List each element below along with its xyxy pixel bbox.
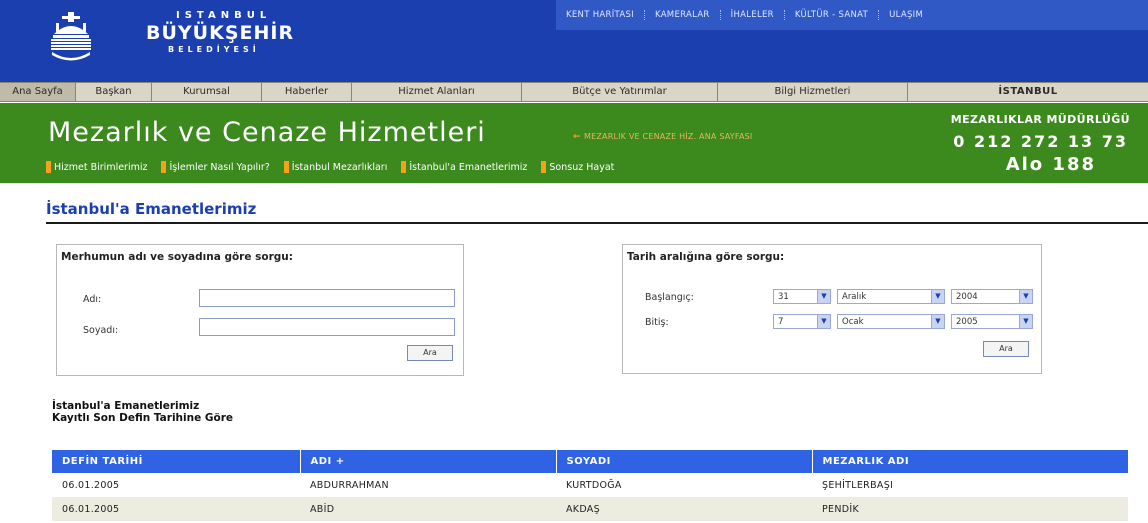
date-search-button[interactable]: Ara	[983, 341, 1029, 357]
end-year-value: 2005	[956, 316, 978, 327]
municipality-logo-icon[interactable]	[48, 12, 94, 66]
cell-first-name: ABİD	[300, 497, 556, 521]
bullet-icon	[161, 161, 167, 173]
subnav-cemeteries[interactable]: İstanbul Mezarlıkları	[283, 161, 388, 173]
subnav-service-units[interactable]: Hizmet Birimlerimiz	[46, 161, 147, 173]
start-day-value: 31	[778, 291, 789, 302]
start-year-value: 2004	[956, 291, 978, 302]
nav-istanbul[interactable]: İSTANBUL	[908, 83, 1148, 101]
column-last-name[interactable]: SOYADI	[556, 450, 813, 473]
results-heading: İstanbul'a Emanetlerimiz	[52, 400, 200, 412]
toplink-city-map[interactable]: KENT HARİTASI	[556, 10, 645, 20]
end-month-value: Ocak	[842, 316, 864, 327]
nav-news[interactable]: Haberler	[262, 83, 352, 101]
cell-burial-date: 06.01.2005	[52, 497, 300, 521]
section-subnav: Hizmet Birimlerimiz İşlemler Nasıl Yapıl…	[46, 161, 628, 173]
results-table: DEFİN TARİHİ ADI + SOYADI MEZARLIK ADI 0…	[52, 450, 1128, 521]
cell-cemetery: ŞEHİTLERBAŞI	[812, 473, 1128, 497]
section-banner: Mezarlık ve Cenaze Hizmetleri ← MEZARLIK…	[0, 103, 1148, 183]
results-subheading: Kayıtlı Son Defin Tarihine Göre	[52, 412, 234, 424]
start-day-select[interactable]: 31 ▼	[773, 289, 831, 304]
bullet-icon	[283, 161, 289, 173]
cell-cemetery: PENDİK	[812, 497, 1128, 521]
end-year-select[interactable]: 2005 ▼	[951, 314, 1033, 329]
name-search-title: Merhumun adı ve soyadına göre sorgu:	[61, 251, 293, 263]
column-burial-date[interactable]: DEFİN TARİHİ	[52, 450, 301, 473]
bullet-icon	[541, 161, 547, 173]
nav-budget-investments[interactable]: Bütçe ve Yatırımlar	[522, 83, 718, 101]
end-day-value: 7	[778, 316, 784, 327]
last-name-input[interactable]	[199, 318, 455, 336]
nav-info-services[interactable]: Bilgi Hizmetleri	[718, 83, 908, 101]
brand-line-2: BÜYÜKŞEHİR	[146, 22, 295, 44]
table-row: 06.01.2005 ABDURRAHMAN KURTDOĞA ŞEHİTLER…	[52, 473, 1128, 497]
page-title: İstanbul'a Emanetlerimiz	[46, 200, 257, 218]
cell-last-name: KURTDOĞA	[556, 473, 812, 497]
toplink-transport[interactable]: ULAŞIM	[879, 10, 933, 20]
title-divider	[46, 222, 1148, 224]
brand-name[interactable]: ISTANBUL BÜYÜKŞEHİR BELEDİYESİ	[146, 10, 294, 54]
chevron-down-icon: ▼	[931, 290, 944, 303]
date-search-panel: Tarih aralığına göre sorgu: Başlangıç: 3…	[622, 244, 1042, 374]
start-month-value: Aralık	[842, 291, 867, 302]
end-date-label: Bitiş:	[645, 317, 669, 328]
first-name-input[interactable]	[199, 289, 455, 307]
nav-corporate[interactable]: Kurumsal	[152, 83, 262, 101]
cell-burial-date: 06.01.2005	[52, 473, 300, 497]
end-day-select[interactable]: 7 ▼	[773, 314, 831, 329]
phone-number: 0 212 272 13 73	[953, 132, 1128, 151]
end-month-select[interactable]: Ocak ▼	[837, 314, 945, 329]
cell-first-name: ABDURRAHMAN	[300, 473, 556, 497]
subnav-procedures[interactable]: İşlemler Nasıl Yapılır?	[161, 161, 270, 173]
brand-line-3: BELEDİYESİ	[168, 45, 260, 54]
nav-home[interactable]: Ana Sayfa	[0, 83, 76, 101]
subnav-entrusted[interactable]: İstanbul'a Emanetlerimiz	[401, 161, 527, 173]
column-cemetery[interactable]: MEZARLIK ADI	[812, 450, 1128, 473]
subnav-label: Sonsuz Hayat	[549, 161, 615, 173]
subnav-label: İşlemler Nasıl Yapılır?	[169, 161, 270, 173]
last-name-label: Soyadı:	[83, 325, 119, 336]
chevron-down-icon: ▼	[1019, 290, 1032, 303]
bullet-icon	[46, 161, 51, 173]
subnav-label: İstanbul'a Emanetlerimiz	[409, 161, 528, 173]
chevron-down-icon: ▼	[817, 315, 830, 328]
toplink-culture-art[interactable]: KÜLTÜR - SANAT	[785, 10, 880, 20]
chevron-down-icon: ▼	[1019, 315, 1032, 328]
hotline-number: Alo 188	[1005, 154, 1096, 175]
nav-service-areas[interactable]: Hizmet Alanları	[352, 83, 522, 101]
bullet-icon	[401, 161, 407, 173]
table-row: 06.01.2005 ABİD AKDAŞ PENDİK	[52, 497, 1128, 521]
chevron-down-icon: ▼	[817, 290, 830, 303]
section-title: Mezarlık ve Cenaze Hizmetleri	[48, 117, 486, 148]
subnav-label: Hizmet Birimlerimiz	[54, 161, 148, 173]
brand-line-1: ISTANBUL	[176, 10, 272, 21]
cell-last-name: AKDAŞ	[556, 497, 812, 521]
top-links-bar: KENT HARİTASI KAMERALAR İHALELER KÜLTÜR …	[556, 0, 1148, 30]
toplink-cameras[interactable]: KAMERALAR	[645, 10, 721, 20]
start-year-select[interactable]: 2004 ▼	[951, 289, 1033, 304]
site-header: ISTANBUL BÜYÜKŞEHİR BELEDİYESİ KENT HARİ…	[0, 0, 1148, 82]
start-month-select[interactable]: Aralık ▼	[837, 289, 945, 304]
name-search-button[interactable]: Ara	[407, 345, 453, 361]
subnav-label: İstanbul Mezarlıkları	[291, 161, 388, 173]
table-header-row: DEFİN TARİHİ ADI + SOYADI MEZARLIK ADI	[52, 450, 1128, 473]
main-nav: Ana Sayfa Başkan Kurumsal Haberler Hizme…	[0, 82, 1148, 102]
arrow-icon: ←	[573, 132, 581, 142]
nav-mayor[interactable]: Başkan	[76, 83, 152, 101]
chevron-down-icon: ▼	[931, 315, 944, 328]
column-first-name[interactable]: ADI +	[300, 450, 557, 473]
department-name: MEZARLIKLAR MÜDÜRLÜĞÜ	[950, 113, 1130, 126]
subnav-eternal-life[interactable]: Sonsuz Hayat	[541, 161, 614, 173]
date-search-title: Tarih aralığına göre sorgu:	[627, 251, 785, 263]
toplink-tenders[interactable]: İHALELER	[721, 10, 785, 20]
name-search-panel: Merhumun adı ve soyadına göre sorgu: Adı…	[56, 244, 464, 376]
start-date-label: Başlangıç:	[645, 292, 694, 303]
section-home-link[interactable]: MEZARLIK VE CENAZE HİZ. ANA SAYFASI	[584, 132, 752, 141]
first-name-label: Adı:	[83, 294, 102, 305]
